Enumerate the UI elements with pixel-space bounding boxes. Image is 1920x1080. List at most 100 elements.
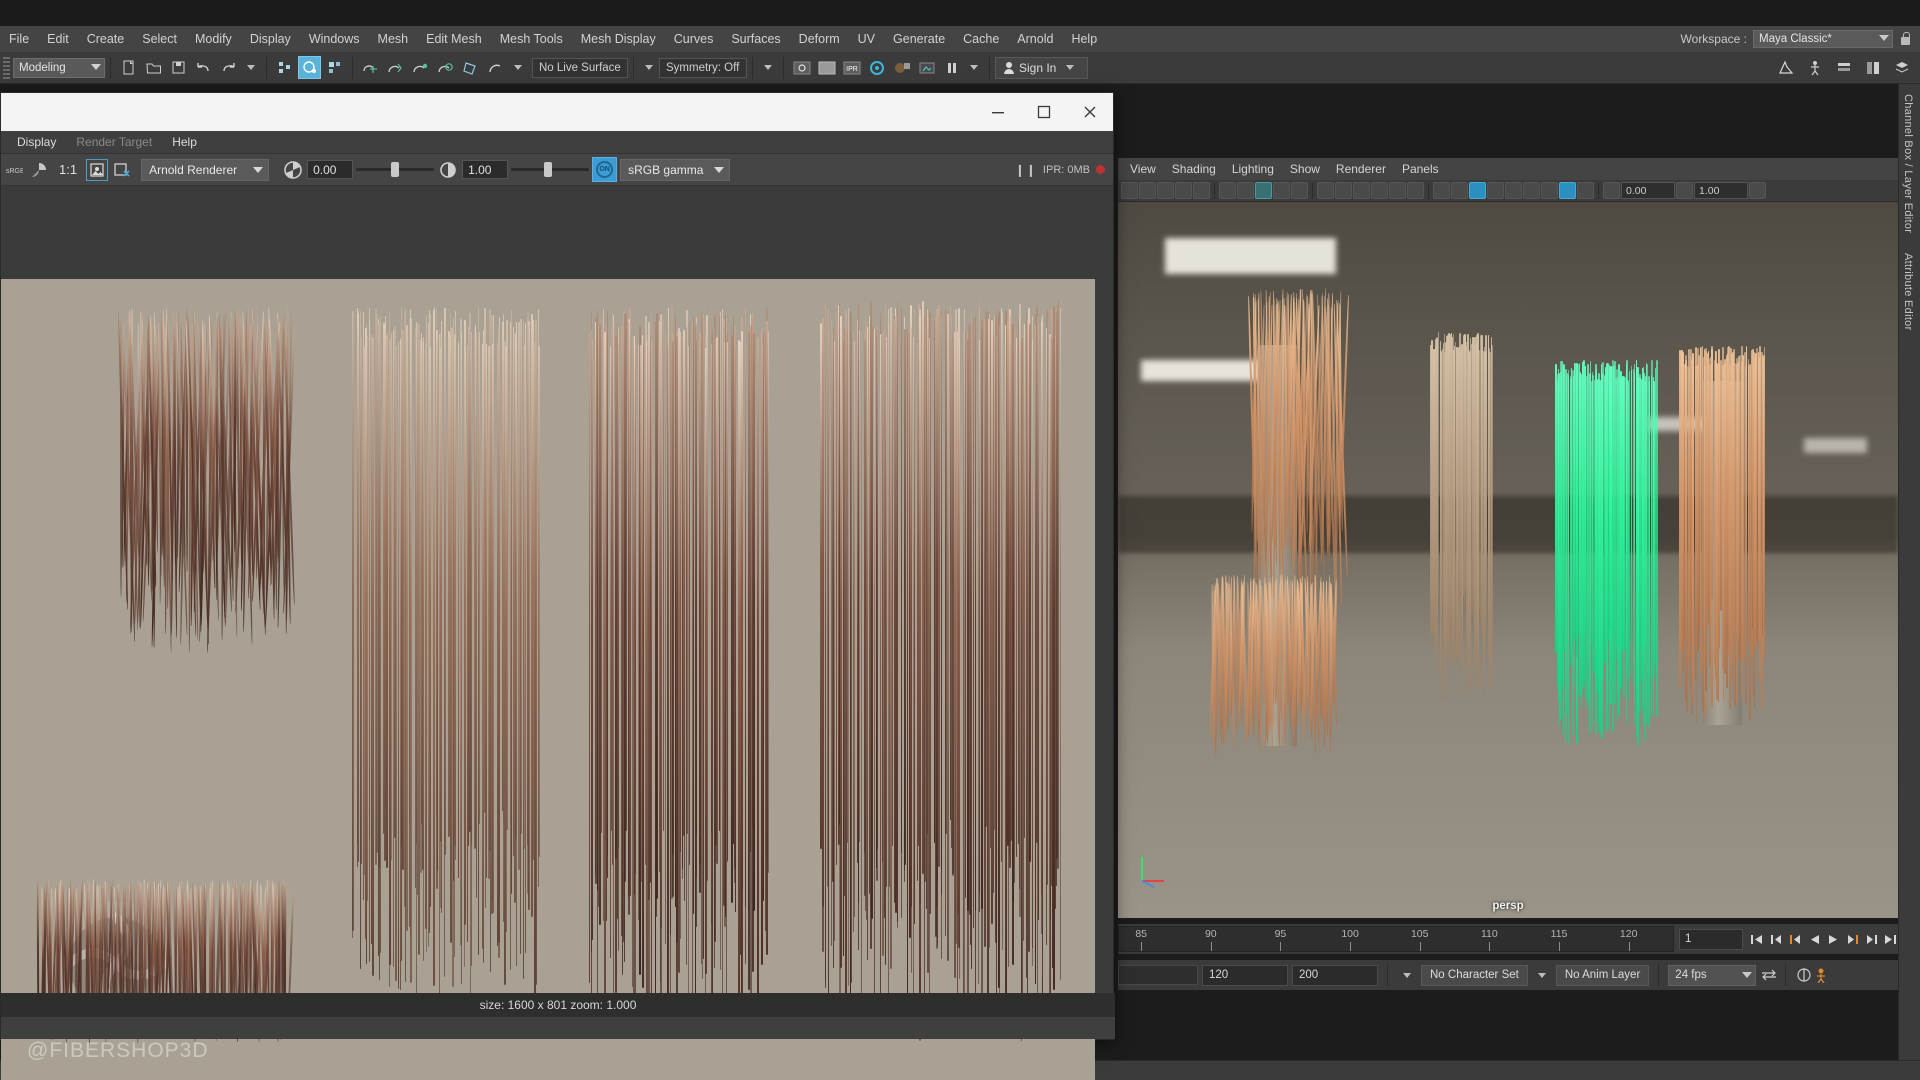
menu-file[interactable]: File [0, 26, 38, 52]
menu-display[interactable]: Display [241, 26, 300, 52]
hair-card-mesh-curly[interactable] [1251, 288, 1345, 610]
resolution-gate-icon[interactable] [1273, 182, 1290, 199]
attribute-editor-icon[interactable] [1832, 56, 1855, 79]
redo-icon[interactable] [217, 56, 240, 79]
textured-icon[interactable] [1371, 182, 1388, 199]
layers-icon[interactable] [1890, 56, 1913, 79]
select-by-component-icon[interactable] [323, 56, 346, 79]
range-end-field[interactable]: 200 [1292, 965, 1378, 986]
motion-blur-icon[interactable] [1451, 182, 1468, 199]
snap-to-view-plane-icon[interactable] [459, 56, 482, 79]
current-frame-field[interactable]: 1 [1679, 929, 1743, 950]
close-button[interactable] [1067, 93, 1113, 131]
save-scene-icon[interactable] [167, 56, 190, 79]
maximize-button[interactable] [1021, 93, 1067, 131]
chevron-down-icon[interactable] [1403, 973, 1411, 978]
step-forward-key-icon[interactable] [1863, 930, 1879, 948]
color-management-icon[interactable] [1749, 182, 1766, 199]
color-management-toggle[interactable]: ON [592, 157, 617, 182]
channel-box-icon[interactable] [1861, 56, 1884, 79]
film-gate-icon[interactable] [1255, 182, 1272, 199]
viewport-canvas[interactable]: persp [1118, 202, 1898, 918]
camera-attributes-icon[interactable] [1139, 182, 1156, 199]
depth-of-field-icon[interactable] [1487, 182, 1504, 199]
workspace-select[interactable]: Maya Classic* [1753, 30, 1893, 48]
viewport-gamma-field[interactable]: 1.00 [1694, 182, 1748, 199]
hair-swatch-straight-thin[interactable] [353, 307, 538, 987]
use-all-lights-icon[interactable] [1389, 182, 1406, 199]
grease-pencil-icon[interactable] [1219, 182, 1236, 199]
menu-windows[interactable]: Windows [300, 26, 369, 52]
viewport-menu-panels[interactable]: Panels [1394, 162, 1447, 176]
lock-icon[interactable] [1899, 31, 1912, 47]
chevron-down-icon[interactable] [970, 65, 978, 70]
menu-mesh[interactable]: Mesh [369, 26, 418, 52]
step-forward-frame-icon[interactable] [1844, 930, 1860, 948]
play-backwards-icon[interactable] [1806, 930, 1822, 948]
menu-surfaces[interactable]: Surfaces [722, 26, 789, 52]
menu-cache[interactable]: Cache [954, 26, 1008, 52]
tab-channel-box-layer-editor[interactable]: Channel Box / Layer Editor [1899, 84, 1917, 243]
step-back-frame-icon[interactable] [1787, 930, 1803, 948]
bookmark-icon[interactable] [1157, 182, 1174, 199]
go-to-start-icon[interactable] [1749, 930, 1765, 948]
viewport-menu-view[interactable]: View [1122, 162, 1164, 176]
hair-swatch-straight-medium[interactable] [589, 307, 769, 1007]
shade-wireframe-icon[interactable] [1353, 182, 1370, 199]
render-view-menu-display[interactable]: Display [7, 135, 66, 149]
shadows-icon[interactable] [1407, 182, 1424, 199]
viewport-menu-show[interactable]: Show [1282, 162, 1328, 176]
menu-help[interactable]: Help [1062, 26, 1106, 52]
rendered-image[interactable]: @FIBERSHOP3D [1, 279, 1095, 1080]
exposure-field[interactable]: 0.00 [307, 160, 353, 179]
render-view-icon[interactable] [915, 56, 938, 79]
slider-knob[interactable] [391, 162, 399, 177]
menu-uv[interactable]: UV [849, 26, 884, 52]
new-scene-icon[interactable] [117, 56, 140, 79]
gamma-icon[interactable] [1676, 182, 1693, 199]
screen-space-ao-icon[interactable] [1433, 182, 1450, 199]
render-sequence-icon[interactable] [815, 56, 838, 79]
renderer-select[interactable]: Arnold Renderer [141, 159, 269, 181]
zoom-ratio-label[interactable]: 1:1 [53, 162, 83, 177]
xray-active-components-icon[interactable] [1559, 182, 1576, 199]
render-image-area[interactable]: @FIBERSHOP3D [1, 279, 1095, 1080]
make-live-icon[interactable] [484, 56, 507, 79]
menu-edit[interactable]: Edit [38, 26, 78, 52]
grid-toggle-icon[interactable] [1237, 182, 1254, 199]
range-start-field[interactable]: 120 [1202, 965, 1288, 986]
chevron-down-icon[interactable] [247, 65, 255, 70]
sign-in-button[interactable]: Sign In [995, 57, 1088, 79]
xray-joints-icon[interactable] [1541, 182, 1558, 199]
modeling-toolkit-icon[interactable] [1774, 56, 1797, 79]
range-slider[interactable] [1118, 965, 1198, 985]
two-d-pan-zoom-icon[interactable] [1193, 182, 1210, 199]
menu-curves[interactable]: Curves [665, 26, 723, 52]
render-view-titlebar[interactable] [1, 93, 1113, 131]
gamma-field[interactable]: 1.00 [462, 160, 508, 179]
chevron-down-icon[interactable] [1538, 973, 1546, 978]
viewport-exposure-field[interactable]: 0.00 [1621, 182, 1675, 199]
exposure-toggle-icon[interactable] [1577, 182, 1594, 199]
snap-to-projected-center-icon[interactable] [434, 56, 457, 79]
chevron-down-icon[interactable] [645, 65, 653, 70]
smooth-shade-all-icon[interactable] [1335, 182, 1352, 199]
render-current-frame-icon[interactable] [790, 56, 813, 79]
menuset-select[interactable]: Modeling [13, 58, 105, 78]
pause-icon[interactable]: ❙❙ [1015, 163, 1037, 177]
menu-create[interactable]: Create [78, 26, 134, 52]
gamma-slider[interactable] [511, 160, 589, 179]
select-camera-icon[interactable] [1121, 182, 1138, 199]
keep-image-icon[interactable] [86, 159, 108, 181]
menu-mesh-display[interactable]: Mesh Display [572, 26, 665, 52]
anim-layer-select[interactable]: No Anim Layer [1556, 965, 1649, 986]
animation-preferences-icon[interactable] [1815, 966, 1831, 984]
hair-card-mesh-short[interactable] [1212, 574, 1337, 746]
hair-card-mesh-selected[interactable] [1555, 360, 1656, 732]
select-by-hierarchy-icon[interactable] [273, 56, 296, 79]
viewport-menu-renderer[interactable]: Renderer [1328, 162, 1394, 176]
loop-playback-icon[interactable] [1760, 966, 1776, 984]
character-set-select[interactable]: No Character Set [1421, 965, 1528, 986]
viewport-menu-lighting[interactable]: Lighting [1224, 162, 1282, 176]
toolbar-grip[interactable] [3, 57, 10, 79]
